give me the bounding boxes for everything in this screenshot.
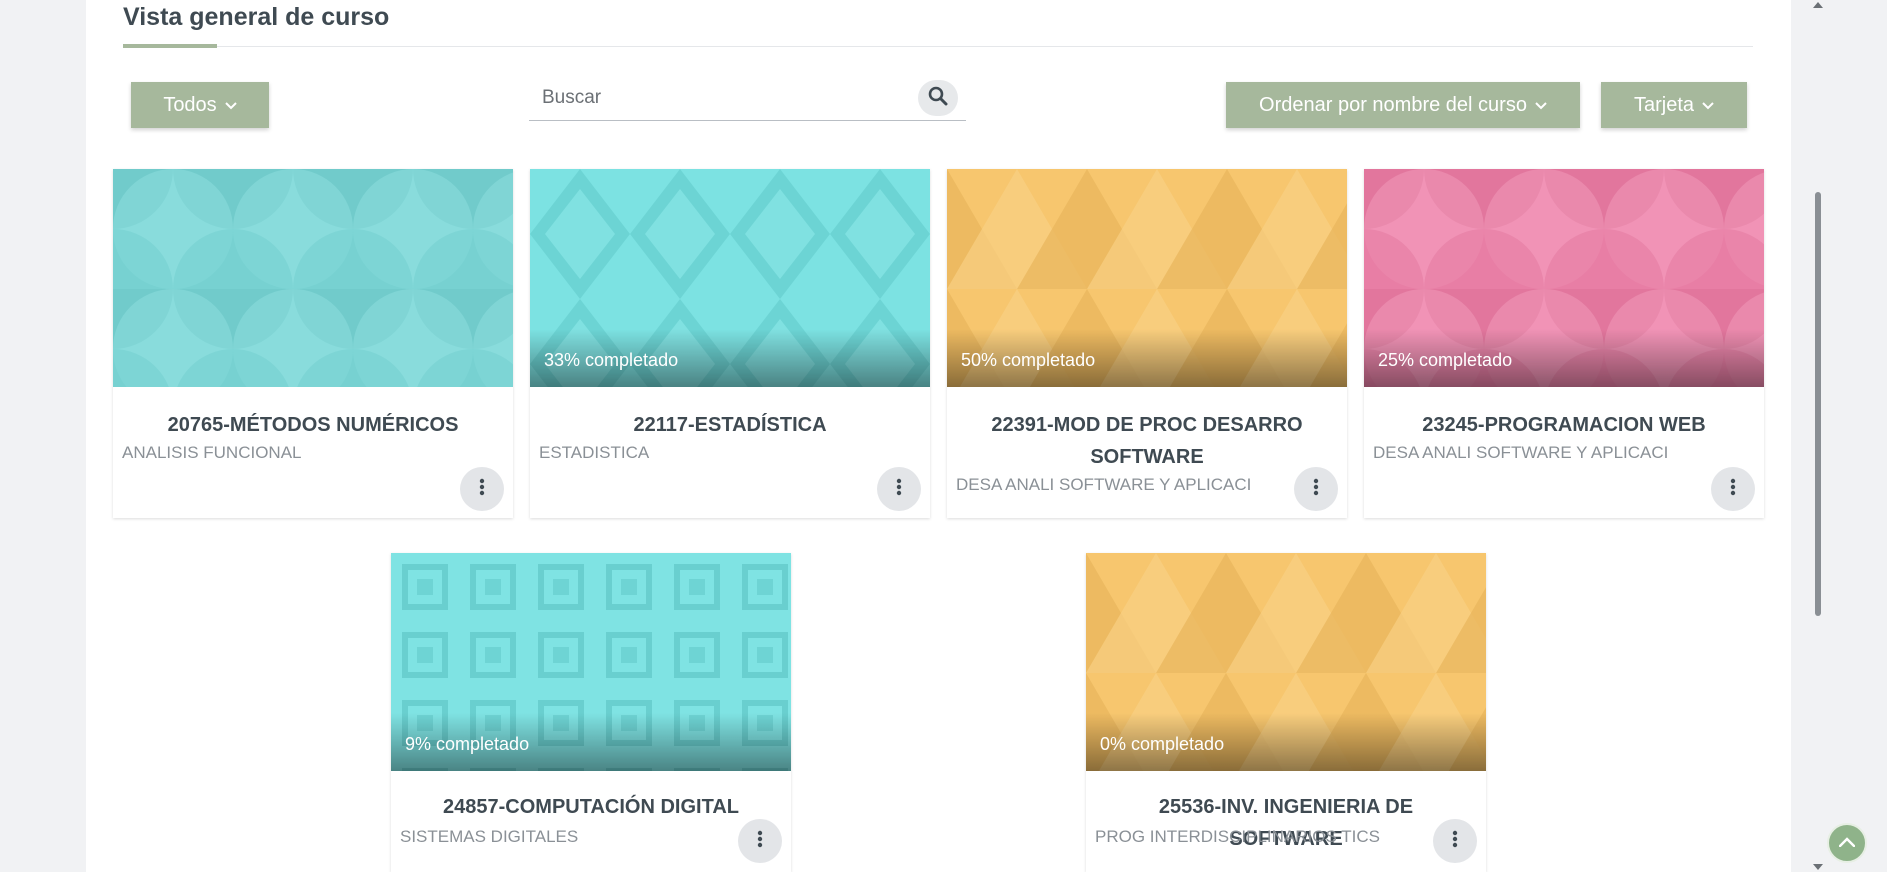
- course-menu-button[interactable]: [1711, 467, 1755, 511]
- course-menu-button[interactable]: [1433, 819, 1477, 863]
- grouping-dropdown-label: Todos: [163, 93, 217, 116]
- course-title[interactable]: 23245-PROGRAMACION WEB: [1384, 409, 1744, 441]
- course-menu-button[interactable]: [1294, 467, 1338, 511]
- course-title[interactable]: 24857-COMPUTACIÓN DIGITAL: [411, 791, 771, 823]
- course-card[interactable]: 33% completado 22117-ESTADÍSTICA ESTADIS…: [530, 169, 930, 518]
- grouping-dropdown-button[interactable]: Todos: [131, 82, 269, 128]
- course-image[interactable]: 0% completado: [1086, 553, 1486, 771]
- progress-text: 0% completado: [1100, 734, 1225, 754]
- kebab-menu-icon: [896, 478, 902, 501]
- course-image[interactable]: [113, 169, 513, 387]
- course-category: DESA ANALI SOFTWARE Y APLICACI: [956, 475, 1252, 494]
- sort-dropdown-label: Ordenar por nombre del curso: [1259, 93, 1527, 116]
- sort-dropdown-button[interactable]: Ordenar por nombre del curso: [1226, 82, 1580, 128]
- course-image[interactable]: 50% completado: [947, 169, 1347, 387]
- page-scrollbar[interactable]: [1811, 0, 1825, 872]
- view-dropdown-label: Tarjeta: [1633, 93, 1695, 116]
- kebab-menu-icon: [479, 478, 485, 501]
- course-card[interactable]: 9% completado 24857-COMPUTACIÓN DIGITAL …: [391, 553, 791, 872]
- kebab-menu-icon: [757, 830, 763, 853]
- search-icon: [928, 86, 948, 111]
- kebab-menu-icon: [1452, 830, 1458, 853]
- search-input[interactable]: [529, 78, 899, 118]
- course-category: ESTADISTICA: [539, 443, 650, 462]
- progress-text: 50% completado: [961, 350, 1096, 370]
- title-underline: [123, 44, 217, 48]
- scroll-down-arrow-icon[interactable]: [1813, 864, 1823, 870]
- title-divider: [123, 46, 1753, 47]
- chevron-down-icon: [1702, 99, 1714, 113]
- course-card[interactable]: 20765-MÉTODOS NUMÉRICOS ANALISIS FUNCION…: [113, 169, 513, 518]
- course-title[interactable]: 20765-MÉTODOS NUMÉRICOS: [133, 409, 493, 441]
- search-button[interactable]: [918, 80, 958, 116]
- course-image[interactable]: 25% completado: [1364, 169, 1764, 387]
- progress-text: 25% completado: [1378, 350, 1513, 370]
- course-menu-button[interactable]: [877, 467, 921, 511]
- course-menu-button[interactable]: [460, 467, 504, 511]
- kebab-menu-icon: [1730, 478, 1736, 501]
- search-box: [529, 78, 966, 121]
- chevron-down-icon: [224, 99, 237, 113]
- progress-text: 9% completado: [405, 734, 530, 754]
- course-category: PROG INTERDISCIPLINARIOS TICS: [1095, 827, 1380, 846]
- course-image[interactable]: 33% completado: [530, 169, 930, 387]
- chevron-up-icon: [1838, 834, 1856, 852]
- course-card[interactable]: 25% completado 23245-PROGRAMACION WEB DE…: [1364, 169, 1764, 518]
- scrollbar-thumb[interactable]: [1815, 192, 1821, 616]
- course-title[interactable]: 22117-ESTADÍSTICA: [550, 409, 910, 441]
- back-to-top-button[interactable]: [1827, 823, 1867, 863]
- chevron-down-icon: [1535, 99, 1547, 113]
- course-category: ANALISIS FUNCIONAL: [122, 443, 302, 462]
- course-card[interactable]: 50% completado 22391-MOD DE PROC DESARRO…: [947, 169, 1347, 518]
- course-title[interactable]: 22391-MOD DE PROC DESARRO SOFTWARE: [967, 409, 1327, 473]
- scroll-up-arrow-icon[interactable]: [1813, 2, 1823, 8]
- course-category: DESA ANALI SOFTWARE Y APLICACI: [1373, 443, 1669, 462]
- section-title: Vista general de curso: [123, 3, 390, 31]
- course-category: SISTEMAS DIGITALES: [400, 827, 579, 846]
- kebab-menu-icon: [1313, 478, 1319, 501]
- progress-text: 33% completado: [544, 350, 679, 370]
- course-card[interactable]: 0% completado 25536-INV. INGENIERIA DE S…: [1086, 553, 1486, 872]
- course-menu-button[interactable]: [738, 819, 782, 863]
- view-dropdown-button[interactable]: Tarjeta: [1601, 82, 1747, 128]
- course-image[interactable]: 9% completado: [391, 553, 791, 771]
